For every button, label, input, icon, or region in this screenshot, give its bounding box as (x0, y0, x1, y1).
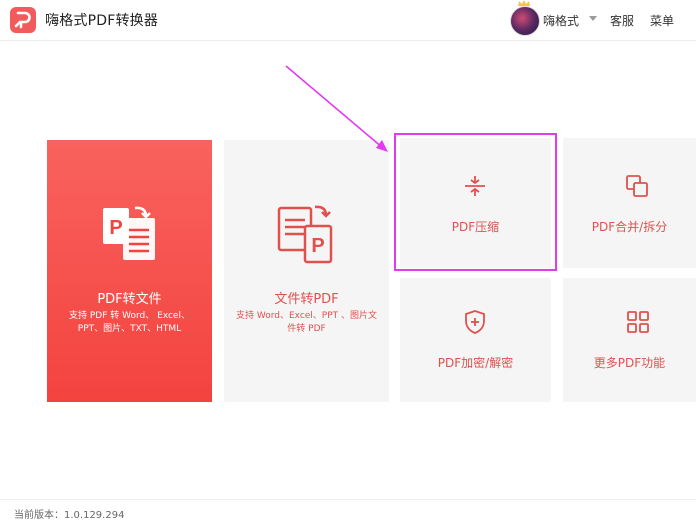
pdf-encrypt-tile[interactable]: PDF加密/解密 (400, 278, 551, 402)
version-text: 当前版本：1.0.129.294 (14, 510, 125, 521)
pdf-to-file-tile[interactable]: P PDF转文件 支持 PDF 转 Word、 Excel、 PPT、图片、TX… (47, 140, 212, 402)
avatar[interactable] (510, 6, 540, 36)
svg-text:P: P (109, 217, 122, 239)
file-to-pdf-desc-line2: 件转 PDF (287, 324, 326, 334)
pdf-to-file-label: PDF转文件 (97, 292, 162, 307)
pdf-to-file-desc-line1: 支持 PDF 转 Word、 Excel、 (69, 311, 190, 321)
pdf-merge-split-tile[interactable]: PDF合并/拆分 (563, 138, 696, 268)
file-to-pdf-label: 文件转PDF (274, 292, 339, 307)
username[interactable]: 嗨格式 (543, 12, 579, 29)
pdf-merge-split-label: PDF合并/拆分 (591, 220, 668, 234)
chevron-down-icon[interactable] (589, 16, 597, 21)
menu-button[interactable]: 菜单 (650, 12, 674, 29)
file-to-pdf-desc-line1: 支持 Word、Excel、PPT 、图片文 (235, 311, 378, 321)
pdf-to-file-desc: 支持 PDF 转 Word、 Excel、 PPT、图片、TXT、HTML (55, 310, 204, 336)
svg-text:P: P (311, 235, 324, 257)
pdf-encrypt-label: PDF加密/解密 (437, 356, 514, 370)
file-to-pdf-desc: 支持 Word、Excel、PPT 、图片文 件转 PDF (232, 310, 381, 336)
more-pdf-functions-label: 更多PDF功能 (593, 356, 666, 370)
merge-icon (626, 175, 648, 197)
file-to-pdf-icon: P (277, 205, 333, 264)
pdf-to-file-desc-line2: PPT、图片、TXT、HTML (77, 324, 182, 334)
grid-icon (627, 311, 649, 333)
support-button[interactable]: 客服 (610, 12, 634, 29)
title-bar: 嗨格式PDF转换器 嗨格式 客服 菜单 (0, 0, 696, 41)
pdf-compress-tile[interactable]: PDF压缩 (400, 138, 551, 268)
pdf-compress-label: PDF压缩 (451, 220, 500, 234)
compress-icon (465, 176, 485, 196)
more-pdf-functions-tile[interactable]: 更多PDF功能 (563, 278, 696, 402)
shield-plus-icon (465, 310, 485, 334)
file-to-pdf-tile[interactable]: P 文件转PDF 支持 Word、Excel、PPT 、图片文 件转 PDF (224, 140, 389, 402)
pdf-to-file-icon: P (103, 206, 155, 260)
app-logo-icon (10, 7, 36, 33)
footer-divider (0, 499, 696, 500)
app-title: 嗨格式PDF转换器 (45, 13, 159, 29)
